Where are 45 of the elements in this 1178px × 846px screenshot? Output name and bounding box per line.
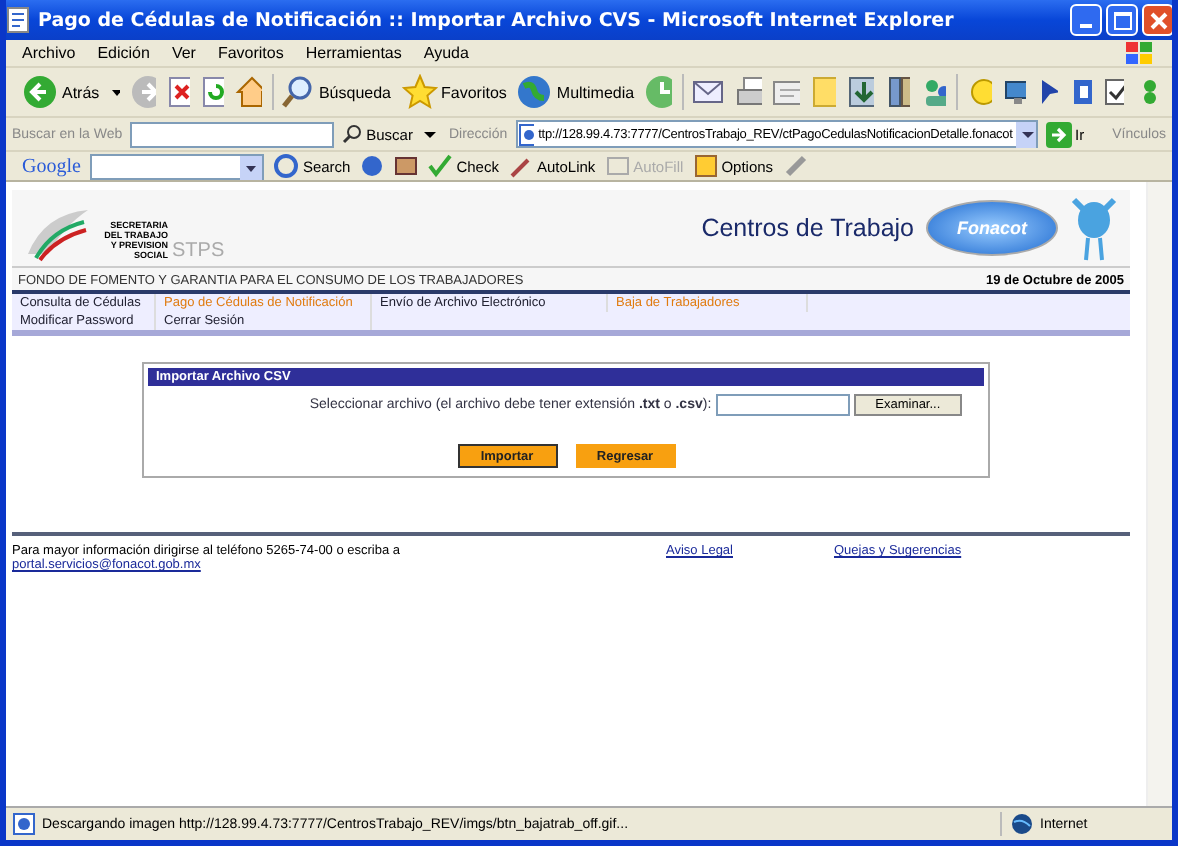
refresh-icon[interactable]	[200, 74, 225, 110]
search-icon	[342, 124, 363, 144]
file-path-field[interactable]	[715, 394, 850, 416]
search-pane-button[interactable]: Búsqueda	[282, 74, 391, 110]
menu-item[interactable]: Herramientas	[305, 44, 402, 62]
window-title: Pago de Cédulas de Notificación :: Importar Archivo CVS - Microsoft Internet Explorer	[38, 9, 954, 31]
scrollbar[interactable]	[1146, 182, 1172, 806]
menu-item[interactable]: Ver	[171, 44, 196, 62]
minimize-icon	[1080, 23, 1092, 27]
close-icon	[1149, 11, 1167, 29]
menu-item[interactable]: Edición	[97, 44, 150, 62]
dropdown-arrow-icon[interactable]	[1016, 121, 1036, 147]
menu-item[interactable]: Archivo	[22, 44, 76, 62]
google-logo[interactable]: Google	[22, 155, 81, 177]
page-icon	[517, 123, 535, 145]
menu-item[interactable]: Ayuda	[423, 44, 469, 62]
maximize-icon	[1113, 11, 1131, 29]
spellcheck-icon	[428, 154, 453, 178]
favorites-button[interactable]: Favoritos	[401, 74, 507, 110]
home-icon[interactable]	[234, 74, 262, 110]
people-icon[interactable]	[920, 74, 947, 110]
windows-logo-icon	[1124, 39, 1156, 67]
web-search-field[interactable]	[130, 121, 335, 147]
agency-acronym: STPS	[172, 240, 225, 262]
page-heading: Centros de Trabajo	[701, 214, 914, 242]
back-button[interactable]: Atrás	[22, 74, 100, 110]
close-button[interactable]	[1142, 4, 1172, 36]
printer-icon[interactable]	[735, 74, 763, 110]
go-arrow-icon	[1045, 121, 1072, 147]
star-icon	[401, 74, 437, 110]
google-search-field[interactable]	[90, 153, 265, 179]
menu-item[interactable]: Favoritos	[217, 44, 284, 62]
page-icon	[12, 812, 36, 836]
checklist-icon[interactable]	[1101, 74, 1125, 110]
book-icon[interactable]	[883, 74, 910, 110]
bird-mascot-icon	[1070, 192, 1118, 264]
page-icon	[6, 6, 32, 34]
brand-logo: Fonacot	[926, 200, 1058, 256]
stop-icon[interactable]	[166, 74, 191, 110]
search-icon	[282, 74, 315, 110]
history-icon[interactable]	[644, 74, 672, 110]
maximize-button[interactable]	[1106, 4, 1138, 36]
minimize-button[interactable]	[1070, 4, 1102, 36]
download-icon[interactable]	[846, 74, 874, 110]
media-button[interactable]: Multimedia	[516, 74, 635, 110]
